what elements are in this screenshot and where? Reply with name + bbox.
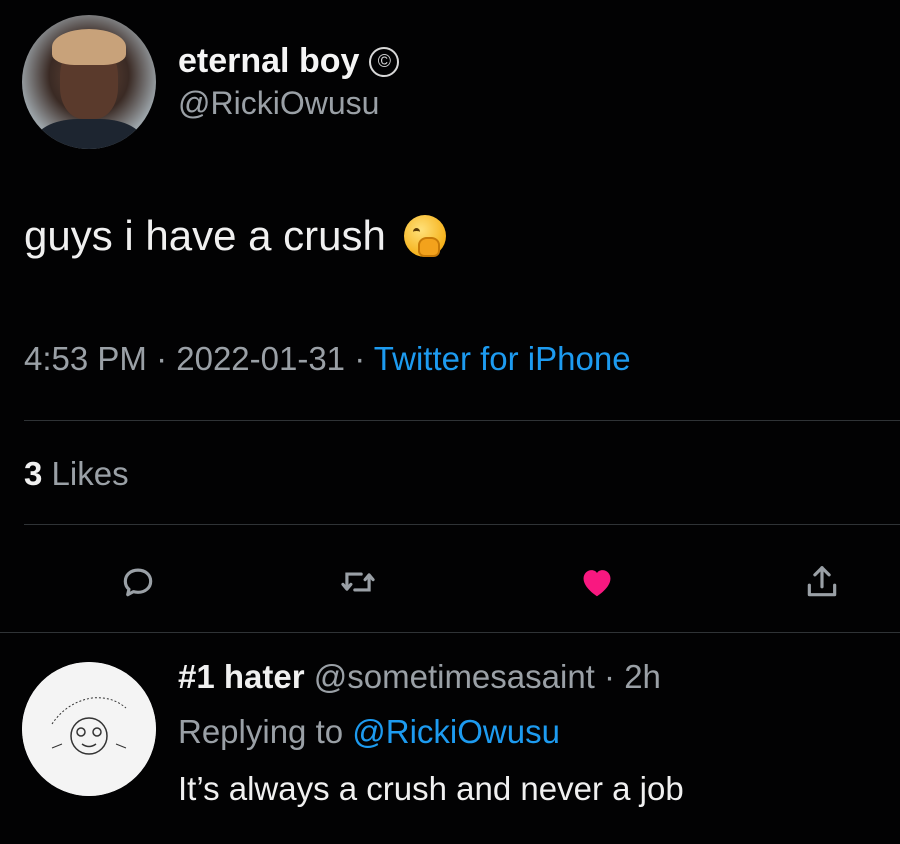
heart-icon xyxy=(583,570,611,597)
tweet-author: eternal boy © @RickiOwusu xyxy=(22,14,400,150)
author-display-name-text[interactable]: eternal boy xyxy=(178,42,359,81)
reply-author-avatar[interactable] xyxy=(22,662,156,796)
divider xyxy=(0,632,900,633)
tweet-source-link[interactable]: Twitter for iPhone xyxy=(374,340,631,377)
reply-button[interactable] xyxy=(108,552,168,612)
tweet-text-content: guys i have a crush xyxy=(24,212,386,259)
reply-separator: · xyxy=(594,658,625,695)
meta-separator: · xyxy=(146,340,177,377)
reply-header: #1 hater @sometimesasaint · 2h xyxy=(178,660,684,693)
replying-to-mention[interactable]: @RickiOwusu xyxy=(352,713,560,750)
meta-separator: · xyxy=(345,340,374,377)
likes-label: Likes xyxy=(42,455,129,492)
reply-display-name[interactable]: #1 hater xyxy=(178,658,305,695)
likes-number: 3 xyxy=(24,455,43,492)
divider xyxy=(24,420,900,421)
replying-to-prefix: Replying to xyxy=(178,713,353,750)
hand-over-mouth-emoji-icon xyxy=(403,215,446,257)
retweet-icon xyxy=(341,572,375,592)
share-icon xyxy=(807,566,837,597)
tweet-detail-view: eternal boy © @RickiOwusu guys i have a … xyxy=(0,0,900,844)
reply-age[interactable]: 2h xyxy=(624,658,661,695)
avatar-hair xyxy=(52,29,126,65)
replying-to: Replying to @RickiOwusu xyxy=(178,715,684,748)
author-names: eternal boy © @RickiOwusu xyxy=(178,42,400,122)
doodle-face-avatar xyxy=(22,662,156,796)
author-display-name[interactable]: eternal boy © xyxy=(178,42,400,81)
author-avatar[interactable] xyxy=(22,15,156,149)
speech-bubble-icon xyxy=(123,568,153,597)
author-handle[interactable]: @RickiOwusu xyxy=(178,85,399,122)
tweet-meta: 4:53 PM · 2022-01-31 · Twitter for iPhon… xyxy=(24,340,631,378)
tweet-time[interactable]: 4:53 PM xyxy=(24,340,147,377)
likes-count[interactable]: 3 Likes xyxy=(24,455,129,493)
like-button[interactable] xyxy=(567,552,627,612)
reply-text: It’s always a crush and never a job xyxy=(178,770,684,807)
avatar-shirt xyxy=(34,119,144,149)
divider xyxy=(24,524,900,525)
reply-tweet[interactable]: #1 hater @sometimesasaint · 2h Replying … xyxy=(178,660,684,805)
reply-handle[interactable]: @sometimesasaint xyxy=(314,658,595,695)
tweet-action-bar xyxy=(0,552,900,612)
tweet-text: guys i have a crush xyxy=(24,212,446,260)
copyright-icon: © xyxy=(369,46,400,77)
retweet-button[interactable] xyxy=(328,552,388,612)
share-button[interactable] xyxy=(792,552,852,612)
tweet-date[interactable]: 2022-01-31 xyxy=(176,340,345,377)
